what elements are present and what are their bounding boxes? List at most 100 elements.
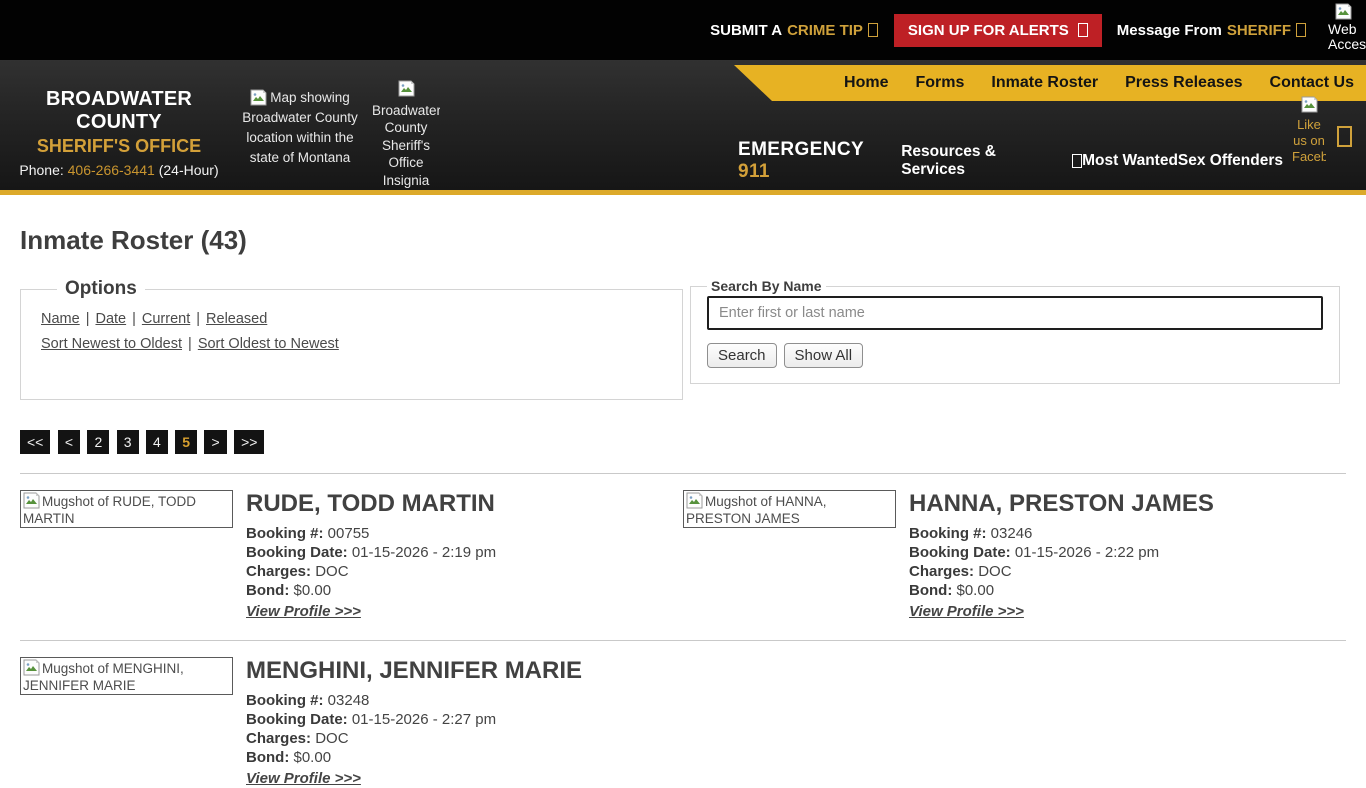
inmate-details: MENGHINI, JENNIFER MARIE Booking #: 0324… xyxy=(246,657,582,788)
county-map-image: Map showing Broadwater County location w… xyxy=(234,88,366,168)
nav-sex-offenders[interactable]: Sex Offenders xyxy=(1178,152,1283,170)
view-profile-link[interactable]: View Profile >>> xyxy=(246,770,361,787)
inmate-details: RUDE, TODD MARTIN Booking #: 00755 Booki… xyxy=(246,490,496,621)
alerts-label: SIGN UP FOR ALERTS xyxy=(907,21,1069,39)
booking-number-value: 03246 xyxy=(990,525,1033,542)
separator: | xyxy=(188,336,192,352)
booking-number-value: 03248 xyxy=(327,692,370,709)
inmate-card: Mugshot of HANNA, PRESTON JAMES HANNA, P… xyxy=(683,474,1346,621)
page-5-button-current[interactable]: 5 xyxy=(175,430,197,454)
filter-name-link[interactable]: Name xyxy=(41,311,80,327)
broken-image-icon xyxy=(1301,96,1317,113)
facebook-alt-text: Like us on Facebook xyxy=(1292,117,1326,164)
charges-label: Charges: xyxy=(246,563,312,580)
bond-value: $0.00 xyxy=(956,582,995,599)
filter-current-link[interactable]: Current xyxy=(142,311,190,327)
emergency-number: 911 xyxy=(738,161,770,182)
facebook-link[interactable]: Like us on Facebook xyxy=(1292,96,1326,192)
page-2-button[interactable]: 2 xyxy=(87,430,110,454)
inmate-name: HANNA, PRESTON JAMES xyxy=(909,490,1214,517)
broken-image-icon xyxy=(398,80,414,97)
agency-county: BROADWATER COUNTY xyxy=(45,88,193,133)
booking-number-line: Booking #: 00755 xyxy=(246,524,496,543)
charges-label: Charges: xyxy=(246,730,312,747)
broken-image-icon xyxy=(23,492,40,509)
charges-value: DOC xyxy=(315,563,349,580)
search-input[interactable] xyxy=(707,296,1323,330)
bond-value: $0.00 xyxy=(293,582,332,599)
booking-number-label: Booking #: xyxy=(246,692,324,709)
site-header: BROADWATER COUNTY SHERIFF'S OFFICE Phone… xyxy=(0,60,1366,195)
bond-label: Bond: xyxy=(246,749,290,766)
filter-released-link[interactable]: Released xyxy=(206,311,267,327)
inmate-row-2: Mugshot of MENGHINI, JENNIFER MARIE MENG… xyxy=(20,641,1346,788)
main-content: Inmate Roster (43) Options Name | Date | Cur… xyxy=(0,225,1366,788)
search-legend: Search By Name xyxy=(711,278,822,294)
page-4-button[interactable]: 4 xyxy=(145,430,168,454)
options-panel: Options Name | Date | Current | Released Sort … xyxy=(20,278,683,400)
nav-contact-us[interactable]: Contact Us xyxy=(1270,74,1354,92)
nav-inmate-roster[interactable]: Inmate Roster xyxy=(991,74,1098,92)
emergency-911: EMERGENCY 911 xyxy=(738,139,901,183)
submit-crime-tip-link[interactable]: SUBMIT A CRIME TIP xyxy=(710,22,878,39)
control-panels: Options Name | Date | Current | Released Sort … xyxy=(20,278,1346,400)
booking-number-label: Booking #: xyxy=(246,525,324,542)
sheriff-glyph-icon xyxy=(1296,23,1306,37)
search-button[interactable]: Search xyxy=(707,343,777,368)
broken-image-icon xyxy=(250,89,267,106)
nav-resources-services[interactable]: Resources & Services xyxy=(901,143,1083,179)
sheriff-highlight: SHERIFF xyxy=(1227,22,1306,39)
phone-number-link[interactable]: 406-266-3441 xyxy=(68,162,155,178)
sheriff-insignia-image: Broadwater County Sheriff's Office Insig… xyxy=(372,80,440,194)
crime-tip-label: CRIME TIP xyxy=(787,21,863,39)
mugshot-alt-text: Mugshot of RUDE, TODD MARTIN xyxy=(23,494,197,526)
broken-image-icon xyxy=(686,492,703,509)
view-profile-link[interactable]: View Profile >>> xyxy=(909,603,1024,620)
sign-up-alerts-button[interactable]: SIGN UP FOR ALERTS xyxy=(893,13,1102,47)
nav-most-wanted[interactable]: Most Wanted xyxy=(1082,152,1178,170)
page-next-button[interactable]: > xyxy=(204,430,227,454)
sort-links-row: Sort Newest to Oldest | Sort Oldest to New… xyxy=(41,336,662,352)
web-accessibility-link[interactable]: Web Accessibility xyxy=(1328,1,1366,59)
agency-office: SHERIFF'S OFFICE xyxy=(36,136,202,156)
charges-line: Charges: DOC xyxy=(246,562,496,581)
bond-line: Bond: $0.00 xyxy=(246,748,582,767)
sheriff-label: SHERIFF xyxy=(1226,21,1291,39)
inmate-row-1: Mugshot of RUDE, TODD MARTIN RUDE, TODD … xyxy=(20,474,1346,621)
secondary-nav: EMERGENCY 911 Resources & Services Most … xyxy=(738,139,1283,183)
inmate-details: HANNA, PRESTON JAMES Booking #: 03246 Bo… xyxy=(909,490,1214,621)
page-last-button[interactable]: >> xyxy=(234,430,265,454)
empty-cell xyxy=(683,641,1346,788)
filter-date-link[interactable]: Date xyxy=(95,311,126,327)
nav-home[interactable]: Home xyxy=(844,74,888,92)
page-prev-button[interactable]: < xyxy=(57,430,80,454)
page-3-button[interactable]: 3 xyxy=(116,430,139,454)
separator: | xyxy=(196,311,201,327)
view-profile-link[interactable]: View Profile >>> xyxy=(246,603,361,620)
booking-number-line: Booking #: 03248 xyxy=(246,691,582,710)
sort-newest-link[interactable]: Sort Newest to Oldest xyxy=(41,336,182,352)
mugshot-alt-text: Mugshot of MENGHINI, JENNIFER MARIE xyxy=(23,661,184,693)
booking-date-value: 01-15-2026 - 2:19 pm xyxy=(351,544,497,561)
crime-tip-glyph-icon xyxy=(867,23,878,37)
sort-oldest-link[interactable]: Sort Oldest to Newest xyxy=(198,336,339,352)
phone-label: Phone: xyxy=(19,162,64,178)
options-legend: Options xyxy=(65,278,137,299)
resources-label: Resources & Services xyxy=(901,143,996,178)
message-from-sheriff-link[interactable]: Message From SHERIFF xyxy=(1117,22,1306,39)
nav-press-releases[interactable]: Press Releases xyxy=(1125,74,1242,92)
page-first-button[interactable]: << xyxy=(20,430,51,454)
message-prefix: Message From xyxy=(1116,21,1222,39)
booking-date-line: Booking Date: 01-15-2026 - 2:22 pm xyxy=(909,543,1214,562)
charges-label: Charges: xyxy=(909,563,975,580)
charges-value: DOC xyxy=(978,563,1012,580)
bond-line: Bond: $0.00 xyxy=(246,581,496,600)
nav-forms[interactable]: Forms xyxy=(916,74,965,92)
show-all-button[interactable]: Show All xyxy=(783,343,864,368)
facebook-glyph-icon[interactable] xyxy=(1337,126,1352,147)
booking-date-value: 01-15-2026 - 2:22 pm xyxy=(1014,544,1160,561)
booking-date-label: Booking Date: xyxy=(909,544,1011,561)
mugshot-alt-text: Mugshot of HANNA, PRESTON JAMES xyxy=(686,494,827,526)
booking-number-label: Booking #: xyxy=(909,525,987,542)
emergency-label: EMERGENCY xyxy=(738,139,864,160)
